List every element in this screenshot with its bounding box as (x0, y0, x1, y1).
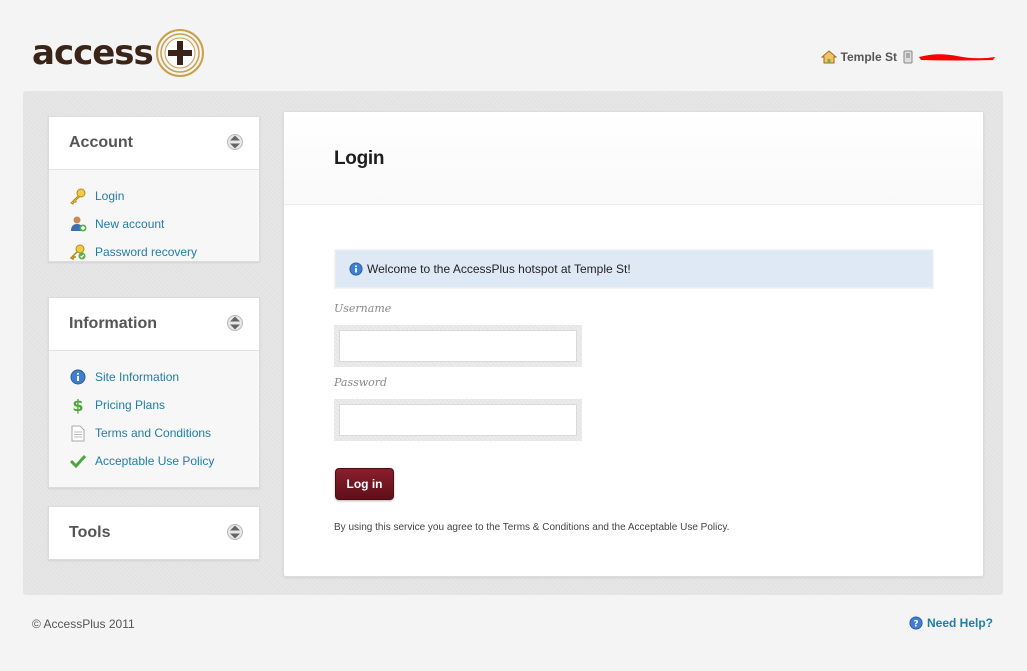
redaction-mark (919, 54, 995, 61)
information-panel-title: Information (69, 315, 157, 332)
dollar-icon: $ (69, 396, 87, 414)
collapse-toggle-icon[interactable] (227, 313, 243, 333)
logo-plus-mark (155, 29, 204, 77)
logo-text: access (32, 33, 154, 73)
info-icon (349, 262, 363, 276)
tools-panel-header[interactable]: Tools (49, 507, 259, 559)
sidebar-item-label: Password recovery (95, 245, 198, 259)
svg-text:$: $ (72, 396, 83, 414)
info-icon (69, 368, 87, 386)
account-panel-header[interactable]: Account (49, 117, 259, 170)
sidebar-item-label: Pricing Plans (95, 398, 166, 412)
sidebar-item-password-recovery[interactable]: Password recovery (69, 238, 259, 266)
svg-text:?: ? (913, 620, 918, 630)
username-label: Username (334, 302, 392, 315)
username-field-wrap (334, 325, 582, 367)
login-card-header: Login (284, 112, 983, 205)
sidebar-item-label: Terms and Conditions (95, 426, 212, 440)
tools-panel-title: Tools (69, 524, 111, 541)
key-recovery-icon (69, 243, 87, 261)
access-plus-logo: access (32, 28, 205, 78)
login-button[interactable]: Log in (335, 468, 394, 500)
sidebar-item-acceptable-use-policy[interactable]: Acceptable Use Policy (69, 447, 259, 475)
key-icon (69, 187, 87, 205)
terms-notice: By using this service you agree to the T… (334, 522, 730, 533)
sidebar-item-site-information[interactable]: Site Information (69, 363, 259, 391)
collapse-toggle-icon[interactable] (227, 522, 243, 542)
page-title: Login (334, 148, 385, 169)
account-panel-title: Account (69, 134, 133, 151)
device-icon (903, 50, 913, 64)
sidebar-item-terms-and-conditions[interactable]: Terms and Conditions (69, 419, 259, 447)
sidebar-item-label: Login (95, 189, 125, 203)
copyright: © AccessPlus 2011 (32, 617, 135, 631)
checkmark-icon (69, 452, 87, 470)
header-location: Temple St (820, 50, 997, 64)
information-panel: Information Site Information $ Pricing P… (48, 297, 260, 488)
welcome-message: Welcome to the AccessPlus hotspot at Tem… (367, 262, 631, 276)
account-panel: Account Login New account Password recov… (48, 116, 260, 262)
help-icon: ? (909, 616, 923, 630)
welcome-notice: Welcome to the AccessPlus hotspot at Tem… (335, 250, 933, 288)
sidebar-item-login[interactable]: Login (69, 182, 259, 210)
sidebar-item-label: New account (95, 217, 165, 231)
information-panel-header[interactable]: Information (49, 298, 259, 351)
home-icon (820, 50, 837, 64)
password-label: Password (334, 376, 388, 389)
sidebar-item-new-account[interactable]: New account (69, 210, 259, 238)
password-input[interactable] (339, 404, 577, 436)
sidebar-item-label: Acceptable Use Policy (95, 454, 215, 468)
user-add-icon (69, 215, 87, 233)
need-help-link[interactable]: ? Need Help? (909, 616, 993, 630)
sidebar-item-pricing-plans[interactable]: $ Pricing Plans (69, 391, 259, 419)
need-help-label: Need Help? (926, 616, 993, 630)
location-name: Temple St (840, 50, 897, 64)
sidebar-item-label: Site Information (95, 370, 180, 384)
document-icon (69, 424, 87, 442)
collapse-toggle-icon[interactable] (227, 132, 243, 152)
login-card: Login Welcome to the AccessPlus hotspot … (283, 111, 984, 577)
username-input[interactable] (339, 330, 577, 362)
tools-panel: Tools (48, 506, 260, 560)
password-field-wrap (334, 399, 582, 441)
